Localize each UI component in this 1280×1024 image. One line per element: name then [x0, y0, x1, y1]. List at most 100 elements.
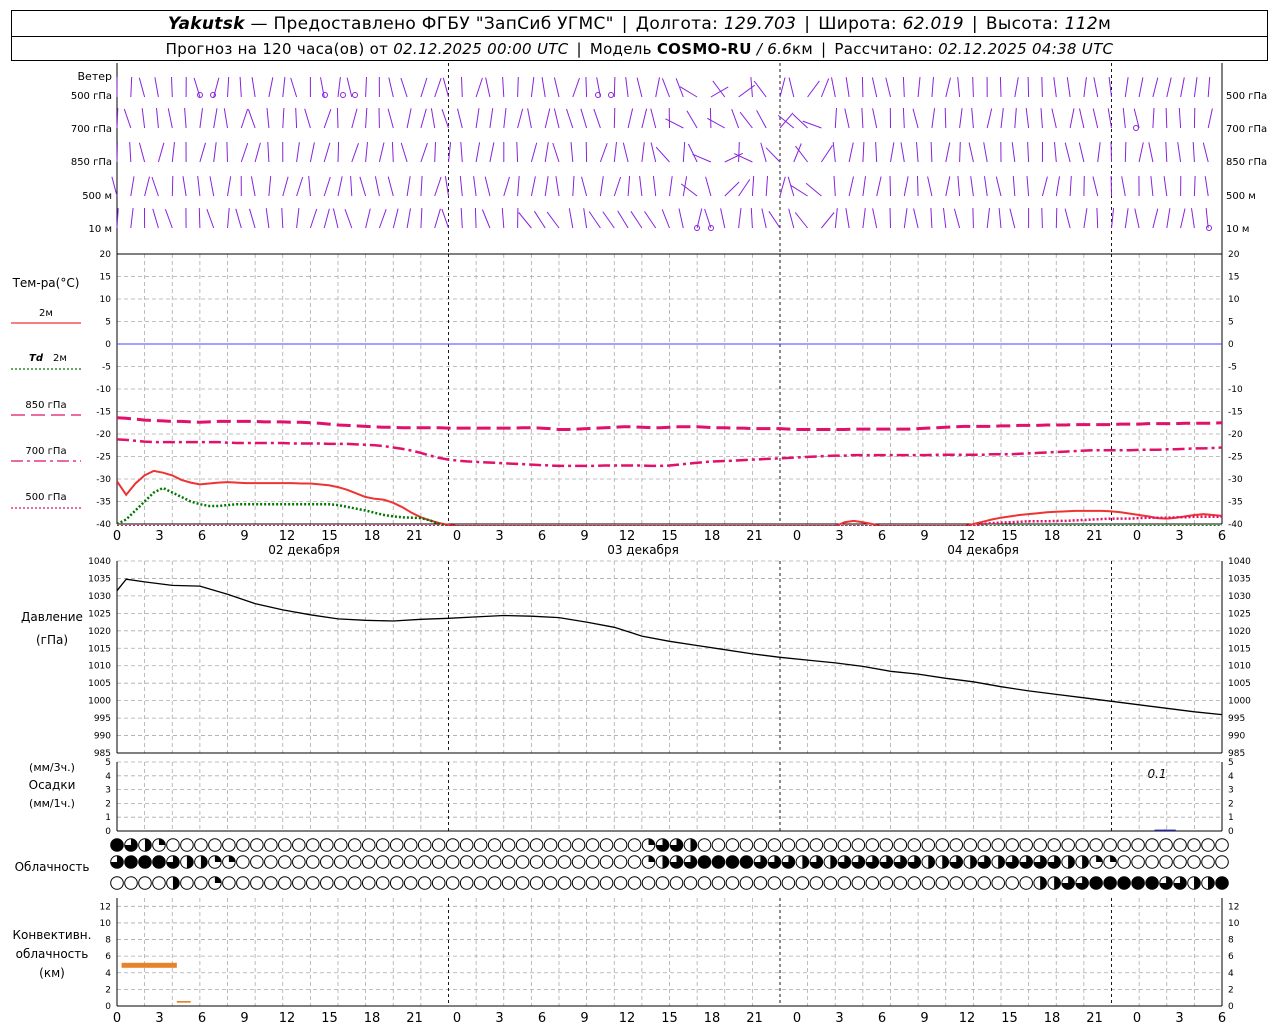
- cloud-cover-symbol: [1159, 855, 1173, 869]
- cloud-cover-symbol-fill: [942, 855, 949, 869]
- wind-barb: [365, 142, 368, 163]
- wind-barb: [199, 108, 203, 129]
- temperature-hour-label: 6: [878, 529, 886, 544]
- cloud-cover-symbol: [431, 855, 446, 869]
- cloud-cover-symbol-fill: [1040, 876, 1047, 890]
- cloud-cover-symbol: [333, 876, 348, 890]
- wind-level-label: 500 м: [82, 191, 112, 202]
- wind-barb: [724, 181, 740, 197]
- temperature-hour-label: 15: [661, 529, 678, 544]
- cloud-cover-symbol: [306, 876, 320, 890]
- wind-barb: [627, 108, 634, 129]
- cloud-cover-symbol: [1187, 855, 1201, 869]
- cloud-cover-symbol-fill: [124, 855, 138, 869]
- wind-barb: [374, 176, 380, 197]
- cloud-cover-symbol-fill: [998, 855, 1005, 869]
- wind-barb: [197, 176, 201, 197]
- cloud-cover-symbol: [361, 838, 376, 852]
- wind-barb: [682, 141, 686, 163]
- wind-barb: [1148, 142, 1154, 163]
- cloud-cover-symbol-fill: [740, 855, 753, 869]
- wind-barb: [518, 212, 532, 229]
- cloud-cover-symbol: [1145, 855, 1159, 869]
- wind-barb: [154, 77, 159, 98]
- wind-level-label-right: 850 гПа: [1226, 157, 1267, 168]
- cloud-cover-symbol: [655, 876, 670, 890]
- wind-barb: [164, 209, 173, 229]
- wind-barb: [1165, 107, 1168, 129]
- wind-barb: [779, 176, 786, 197]
- convective-ytick-right: 8: [1228, 936, 1234, 946]
- wind-barb: [1111, 208, 1115, 229]
- wind-barb: [406, 208, 411, 229]
- pressure-panel-label: Давление: [21, 610, 83, 624]
- cloud-cover-symbol-fill: [152, 855, 166, 869]
- cloud-cover-symbol-fill: [1215, 876, 1229, 890]
- convective-ytick-right: 4: [1228, 969, 1234, 979]
- wind-barb: [387, 108, 394, 129]
- wind-barb: [983, 142, 988, 163]
- wind-barb: [583, 208, 588, 229]
- cloud-cover-symbol-fill: [158, 838, 166, 845]
- wind-barb: [1097, 142, 1101, 163]
- cloud-cover-symbol: [250, 855, 264, 869]
- wind-barb: [226, 141, 228, 163]
- wind-barb: [152, 208, 159, 229]
- temperature-ytick-right: -5: [1228, 363, 1237, 373]
- wind-barb: [971, 108, 974, 129]
- precipitation-ytick-right: 2: [1228, 799, 1234, 809]
- wind-barb: [1205, 208, 1209, 229]
- wind-barb: [296, 176, 304, 197]
- wind-barb: [1096, 207, 1099, 229]
- wind-barb: [912, 108, 919, 129]
- precip-panel-label: Осадки: [29, 778, 76, 792]
- wind-barb: [872, 108, 878, 129]
- cloud-cover-symbol: [431, 838, 446, 852]
- cloud-cover-symbol: [669, 876, 684, 890]
- cloud-cover-symbol: [739, 838, 754, 852]
- wind-barb: [1134, 208, 1140, 229]
- wind-barb: [111, 176, 118, 197]
- convective-ytick-left: 8: [105, 936, 111, 946]
- cloud-cover-symbol: [110, 876, 124, 890]
- wind-barb: [420, 175, 423, 197]
- pressure-ytick-left: 1035: [88, 574, 111, 584]
- convective-ytick-right: 2: [1228, 985, 1234, 995]
- legend-t850-label: 850 гПа: [25, 400, 66, 411]
- temperature-ytick-right: -15: [1228, 408, 1243, 418]
- wind-barb: [249, 208, 256, 229]
- wind-barb: [820, 145, 833, 163]
- wind-barb: [1152, 107, 1155, 129]
- wind-barb: [503, 108, 507, 129]
- temperature-ytick-left: -40: [96, 520, 111, 530]
- wind-barb: [304, 108, 311, 129]
- pressure-ytick-left: 995: [94, 714, 111, 724]
- cloud-cover-symbol: [1201, 855, 1215, 869]
- wind-barb: [945, 142, 951, 163]
- cloud-cover-symbol: [347, 876, 362, 890]
- wind-barb: [359, 176, 367, 197]
- temperature-hour-label: 0: [793, 529, 801, 544]
- temperature-hour-label: 12: [279, 529, 296, 544]
- wind-barb: [323, 109, 332, 129]
- cloud-cover-symbol: [459, 855, 474, 869]
- precip-bar: [1163, 829, 1176, 831]
- cloud-cover-symbol: [529, 855, 544, 869]
- legend-td2m-label: 2м: [53, 353, 67, 364]
- convective-hour-label: 3: [1175, 1011, 1183, 1024]
- wind-barb: [475, 77, 483, 98]
- wind-barb: [593, 108, 601, 129]
- convective-hour-label: 6: [198, 1011, 206, 1024]
- wind-barb: [705, 176, 712, 197]
- cloud-cover-symbol: [935, 838, 950, 852]
- wind-barb: [751, 175, 755, 197]
- temperature-panel-label: Тем-ра(°С): [12, 276, 80, 290]
- cloud-cover-symbol: [823, 838, 838, 852]
- temperature-ytick-left: -30: [96, 475, 111, 485]
- cloud-cover-symbol: [585, 876, 600, 890]
- temperature-hour-label: 9: [920, 529, 928, 544]
- wind-barb: [420, 77, 428, 98]
- wind-barb: [420, 108, 427, 129]
- cloud-cover-symbol: [613, 855, 628, 869]
- temperature-hour-label: 3: [1175, 529, 1183, 544]
